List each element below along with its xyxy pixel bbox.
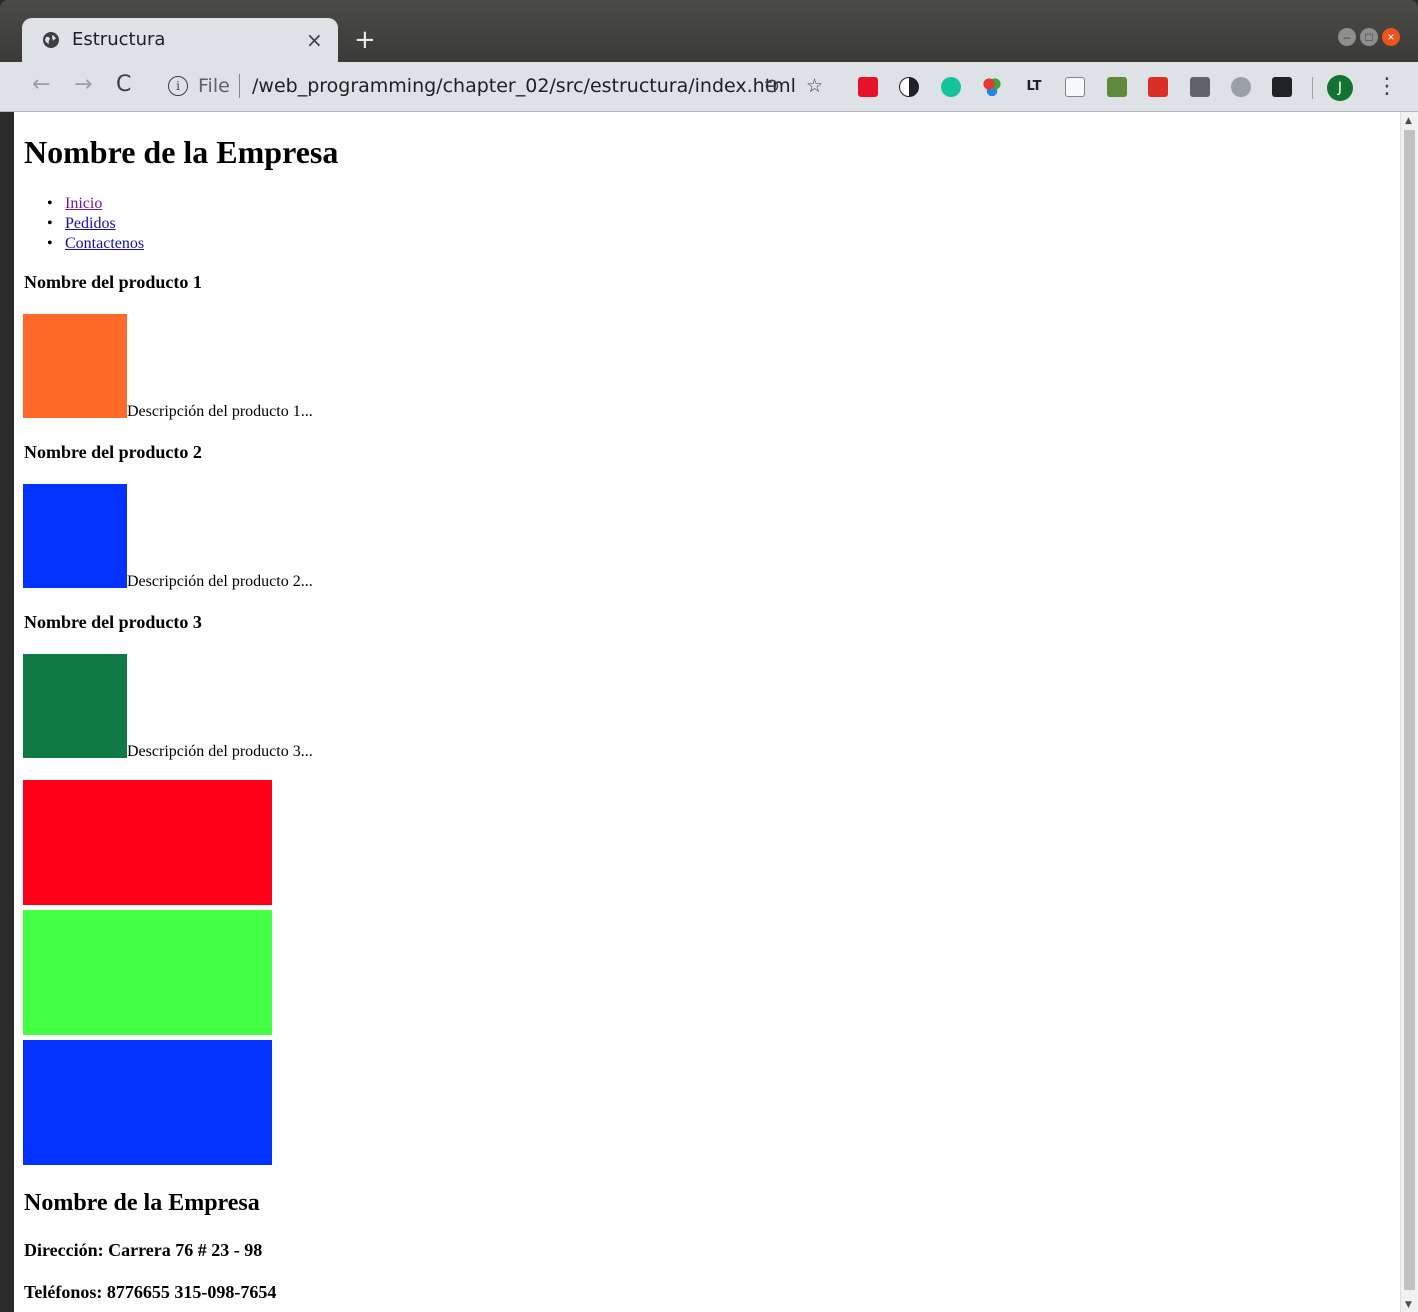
banner-red bbox=[23, 780, 272, 905]
color-extension-icon[interactable] bbox=[982, 77, 1002, 97]
tab-title: Estructura bbox=[72, 29, 166, 50]
nav-link-inicio[interactable]: Inicio bbox=[65, 195, 102, 212]
badge-extension-icon[interactable] bbox=[1107, 77, 1127, 97]
page-viewport: Nombre de la Empresa Inicio Pedidos Cont… bbox=[14, 112, 1418, 1312]
nav-item-contactenos: Contactenos bbox=[24, 234, 144, 254]
browser-toolbar: ← → C i File /web_programming/chapter_02… bbox=[0, 62, 1418, 112]
menu-kebab-icon[interactable]: ⋮ bbox=[1376, 74, 1398, 99]
profile-avatar[interactable]: J bbox=[1327, 75, 1353, 101]
bookmark-star-icon[interactable]: ☆ bbox=[806, 75, 823, 97]
footer-company-name: Nombre de la Empresa bbox=[24, 1190, 260, 1216]
info-icon[interactable]: i bbox=[168, 76, 188, 96]
url-separator bbox=[239, 74, 240, 98]
nav-link-contactenos[interactable]: Contactenos bbox=[65, 235, 144, 252]
page-extension-icon[interactable] bbox=[1065, 77, 1085, 97]
nav-link-pedidos[interactable]: Pedidos bbox=[65, 215, 116, 232]
tab-close-icon[interactable]: × bbox=[306, 28, 323, 52]
forward-arrow-icon[interactable]: → bbox=[74, 72, 92, 97]
product-1-image bbox=[23, 314, 127, 418]
browser-titlebar: Estructura × + – □ × bbox=[0, 0, 1418, 62]
address-bar[interactable]: i File /web_programming/chapter_02/src/e… bbox=[154, 68, 844, 106]
globe-icon bbox=[43, 32, 59, 48]
scroll-up-icon[interactable]: ▲ bbox=[1405, 116, 1412, 126]
new-tab-button[interactable]: + bbox=[354, 24, 376, 56]
banner-green bbox=[23, 910, 272, 1035]
product-3-image bbox=[23, 654, 127, 758]
minimize-button[interactable]: – bbox=[1338, 28, 1356, 46]
footer-phones: Teléfonos: 8776655 315-098-7654 bbox=[24, 1282, 277, 1302]
close-window-button[interactable]: × bbox=[1382, 28, 1400, 46]
h-extension-icon[interactable] bbox=[1190, 77, 1210, 97]
vertical-scrollbar[interactable]: ▲ ▼ bbox=[1400, 112, 1418, 1312]
bookmark-extension-icon[interactable] bbox=[1148, 77, 1168, 97]
maximize-button[interactable]: □ bbox=[1360, 28, 1378, 46]
dark-mode-extension-icon[interactable] bbox=[899, 77, 919, 97]
product-3-name: Nombre del producto 3 bbox=[24, 612, 202, 632]
nav-item-pedidos: Pedidos bbox=[24, 214, 144, 234]
product-2-name: Nombre del producto 2 bbox=[24, 442, 202, 462]
keyhole-extension-icon[interactable] bbox=[1272, 77, 1292, 97]
nav-item-inicio: Inicio bbox=[24, 194, 144, 214]
window-controls: – □ × bbox=[1338, 28, 1400, 46]
reload-icon[interactable]: C bbox=[116, 72, 131, 97]
languagetool-icon[interactable]: LT bbox=[1024, 77, 1044, 97]
product-2-description: Descripción del producto 2... bbox=[127, 573, 313, 590]
scroll-down-icon[interactable]: ▼ bbox=[1405, 1300, 1412, 1310]
extension-red-icon[interactable] bbox=[858, 77, 878, 97]
main-nav: Inicio Pedidos Contactenos bbox=[24, 194, 144, 254]
url-scheme: File bbox=[198, 75, 230, 97]
product-1-name: Nombre del producto 1 bbox=[24, 272, 202, 292]
scrollbar-thumb[interactable] bbox=[1404, 130, 1415, 1290]
grammarly-icon[interactable] bbox=[941, 77, 961, 97]
banner-blue bbox=[23, 1040, 272, 1165]
toolbar-separator bbox=[1312, 77, 1313, 99]
zoom-icon[interactable]: ⊖ bbox=[764, 75, 780, 97]
browser-tab[interactable]: Estructura × bbox=[22, 18, 338, 62]
back-arrow-icon[interactable]: ← bbox=[32, 72, 50, 97]
product-3-description: Descripción del producto 3... bbox=[127, 743, 313, 760]
url-text[interactable]: /web_programming/chapter_02/src/estructu… bbox=[252, 75, 796, 97]
page-title: Nombre de la Empresa bbox=[24, 134, 339, 170]
product-1-description: Descripción del producto 1... bbox=[127, 403, 313, 420]
settings-extension-icon[interactable] bbox=[1231, 77, 1251, 97]
product-2-image bbox=[23, 484, 127, 588]
footer-address: Dirección: Carrera 76 # 23 - 98 bbox=[24, 1240, 263, 1260]
